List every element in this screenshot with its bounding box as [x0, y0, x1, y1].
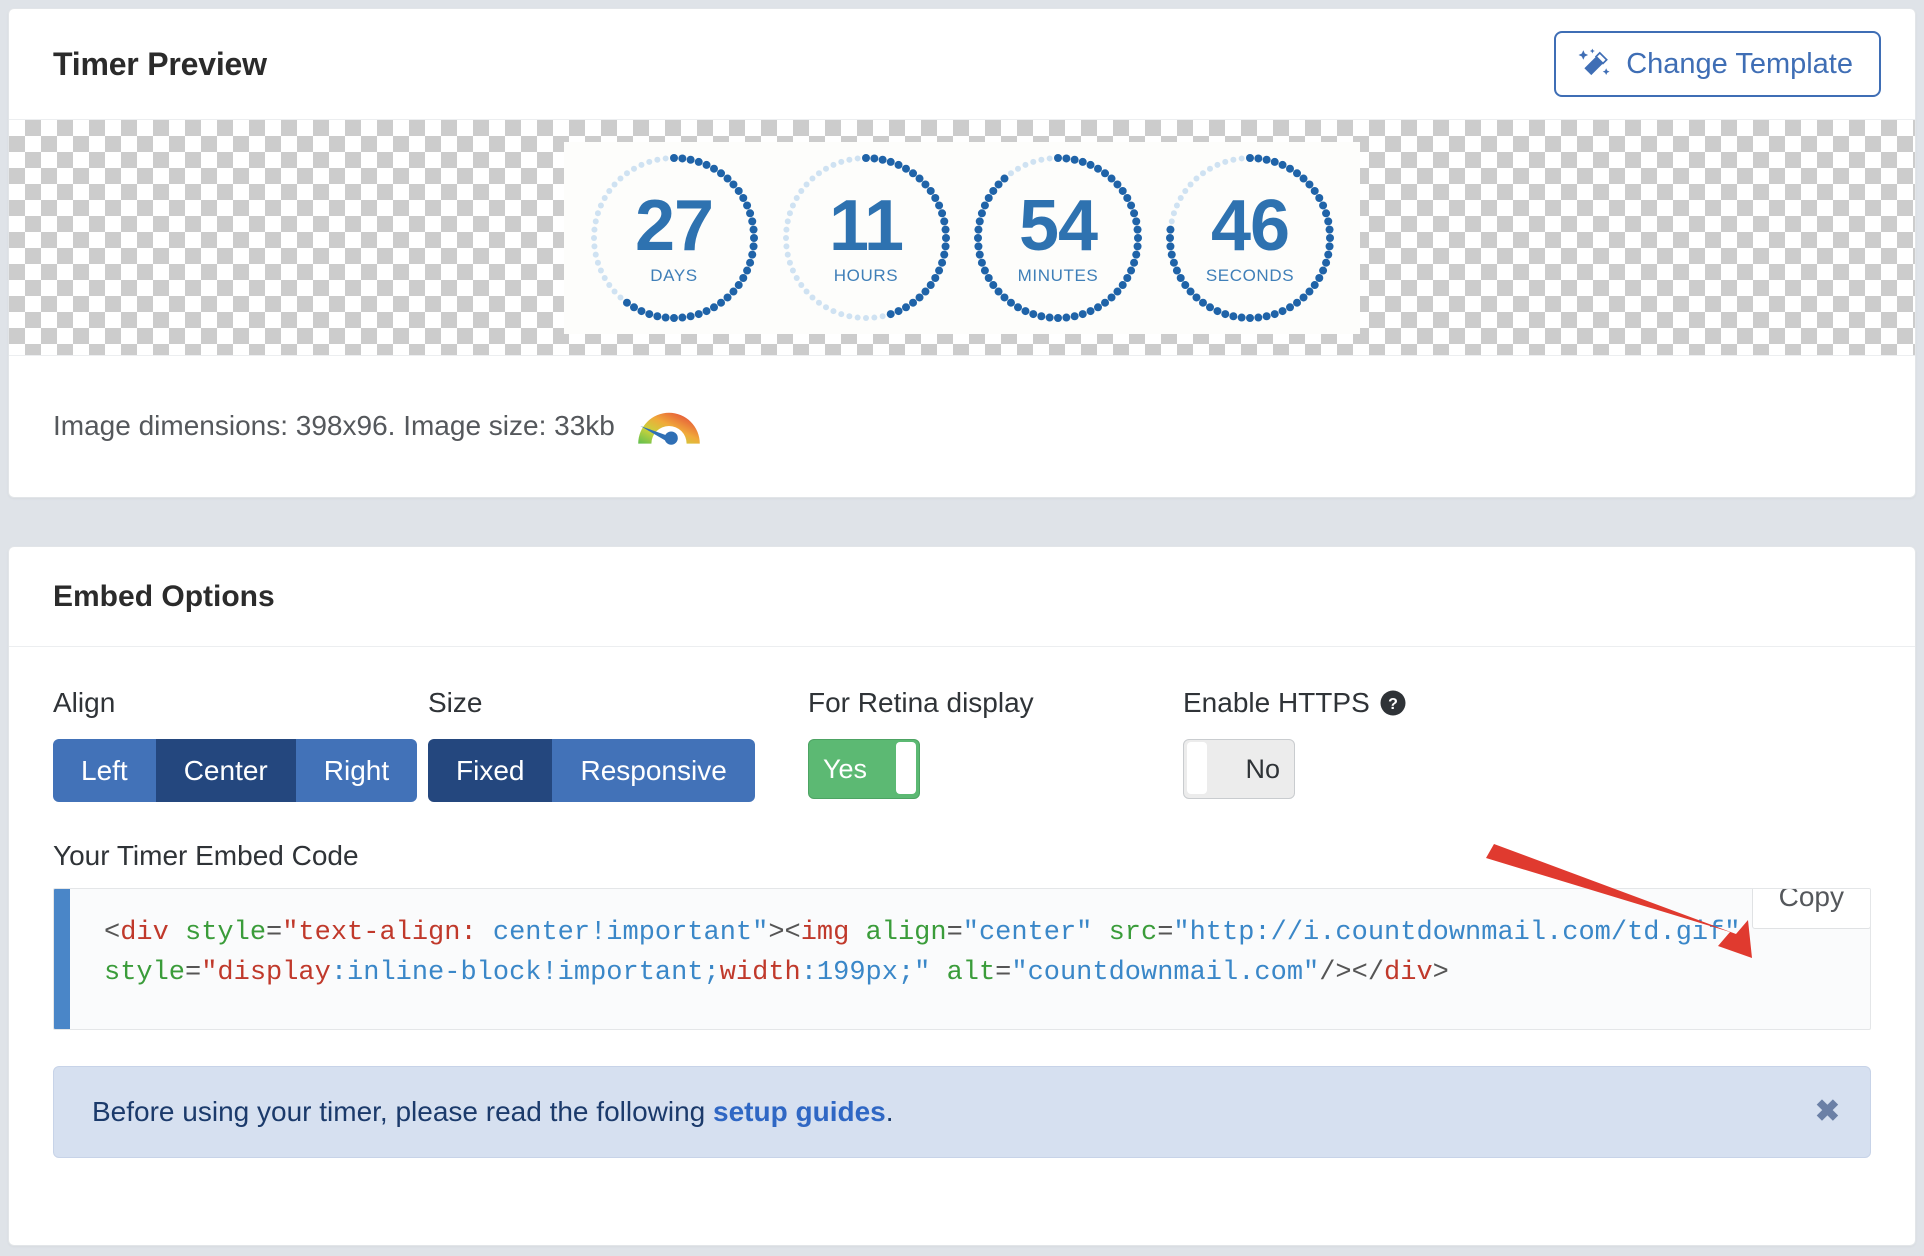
timer-unit-days: 27 DAYS	[581, 145, 767, 331]
code-token: "center"	[962, 918, 1093, 948]
code-token: align	[865, 918, 947, 948]
code-token: div	[120, 918, 169, 948]
embed-options-body: Align Left Center Right Size Fixed Responsi…	[9, 647, 1915, 1158]
code-token: width	[719, 958, 801, 988]
setup-guides-alert: Before using your timer, please read the…	[53, 1066, 1871, 1158]
timer-label: HOURS	[833, 265, 899, 285]
timer-unit-minutes: 54 MINUTES	[965, 145, 1151, 331]
code-token: "display	[201, 958, 331, 988]
https-label: Enable HTTPS	[1183, 687, 1370, 718]
https-toggle[interactable]: No	[1183, 739, 1295, 799]
timer-unit-hours: 11 HOURS	[773, 145, 959, 331]
timer-preview-header: Timer Preview Change Template	[9, 9, 1915, 119]
size-option-group: Size Fixed Responsive	[428, 687, 808, 802]
code-token: img	[800, 918, 850, 948]
code-token: <	[104, 918, 121, 948]
code-line: <div style="text-align: center!important…	[104, 913, 1850, 953]
retina-label: For Retina display	[808, 687, 1034, 718]
code-token: =	[266, 918, 283, 948]
alert-message: Before using your timer, please read the…	[92, 1096, 894, 1128]
change-template-button[interactable]: Change Template	[1554, 31, 1881, 97]
code-token: "countdownmail.com"	[1011, 958, 1320, 988]
code-line: style="display:inline-block!important;wi…	[104, 953, 1850, 993]
code-token: center!important"	[492, 918, 769, 948]
align-label: Align	[53, 687, 116, 718]
question-mark-icon[interactable]: ?	[1380, 690, 1406, 716]
embed-code-block: <div style="text-align: center!important…	[53, 888, 1871, 1030]
timer-value: 11	[828, 185, 904, 266]
size-fixed-button[interactable]: Fixed	[428, 739, 553, 802]
code-token: /></	[1319, 958, 1385, 988]
timer-preview-card: Timer Preview Change Template 27 DAYS 11 HO…	[8, 8, 1916, 498]
retina-toggle[interactable]: Yes	[808, 739, 920, 799]
timer-label: MINUTES	[1017, 265, 1099, 285]
https-toggle-knob	[1187, 742, 1207, 794]
transparent-checkerboard-canvas: 27 DAYS 11 HOURS 54 MINUTES 46 SECONDS	[9, 119, 1915, 356]
close-x-icon[interactable]: ✖	[1815, 1097, 1840, 1127]
code-token: =	[1157, 918, 1174, 948]
code-token: :inline-block!important;	[330, 958, 720, 988]
size-button-group[interactable]: Fixed Responsive	[428, 739, 755, 802]
svg-text:?: ?	[1388, 696, 1398, 713]
code-token: style	[104, 958, 186, 988]
timer-value: 46	[1210, 185, 1290, 266]
align-right-button[interactable]: Right	[295, 739, 418, 802]
code-token: div	[1384, 958, 1433, 988]
align-center-button[interactable]: Center	[155, 739, 296, 802]
code-token: "text-align:	[282, 918, 477, 948]
retina-toggle-knob	[896, 742, 916, 794]
copy-button[interactable]: Copy	[1751, 889, 1870, 929]
code-token: src	[1108, 918, 1158, 948]
code-token: ><	[768, 918, 801, 948]
alert-text-before: Before using your timer, please read the…	[92, 1096, 714, 1127]
embed-options-header: Embed Options	[9, 547, 1915, 647]
code-token: >	[1432, 958, 1449, 988]
code-gutter-bar	[54, 889, 70, 1029]
embed-code-label: Your Timer Embed Code	[53, 840, 359, 871]
code-token: =	[995, 958, 1012, 988]
speed-gauge-icon	[615, 404, 705, 448]
retina-toggle-value: Yes	[823, 753, 868, 784]
size-responsive-button[interactable]: Responsive	[552, 739, 755, 802]
code-token: alt	[946, 958, 996, 988]
timer-unit-seconds: 46 SECONDS	[1157, 145, 1343, 331]
image-dimensions-text: Image dimensions: 398x96. Image size: 33…	[53, 410, 615, 441]
align-option-group: Align Left Center Right	[53, 687, 428, 802]
code-token: style	[185, 918, 267, 948]
embed-options-row: Align Left Center Right Size Fixed Responsi…	[53, 687, 1871, 802]
embed-options-title: Embed Options	[53, 579, 275, 613]
change-template-label: Change Template	[1626, 47, 1853, 80]
timer-label: DAYS	[650, 265, 698, 285]
align-button-group[interactable]: Left Center Right	[53, 739, 418, 802]
setup-guides-link[interactable]: setup guides	[713, 1096, 886, 1127]
https-label-row: Enable HTTPS ?	[1183, 687, 1406, 719]
code-token: "http://i.countdownmail.com/td.gif"	[1173, 918, 1741, 948]
code-token: :199px;"	[800, 958, 931, 988]
page-title: Timer Preview	[53, 45, 267, 82]
magic-wand-icon	[1578, 47, 1612, 81]
align-left-button[interactable]: Left	[53, 739, 156, 802]
embed-options-card: Embed Options Align Left Center Right Size…	[8, 546, 1916, 1246]
timer-label: SECONDS	[1205, 265, 1295, 285]
countdown-timer-image: 27 DAYS 11 HOURS 54 MINUTES 46 SECONDS	[564, 141, 1360, 334]
alert-text-after: .	[885, 1096, 894, 1127]
image-meta-row: Image dimensions: 398x96. Image size: 33…	[9, 356, 1915, 496]
https-toggle-value: No	[1245, 753, 1280, 784]
timer-value: 54	[1018, 185, 1098, 266]
retina-option-group: For Retina display Yes	[808, 687, 1183, 799]
size-label: Size	[428, 687, 483, 718]
timer-value: 27	[634, 185, 714, 266]
https-option-group: Enable HTTPS ? No	[1183, 687, 1406, 799]
code-token: =	[185, 958, 202, 988]
embed-code-text[interactable]: <div style="text-align: center!important…	[70, 889, 1870, 1029]
code-token: =	[946, 918, 963, 948]
